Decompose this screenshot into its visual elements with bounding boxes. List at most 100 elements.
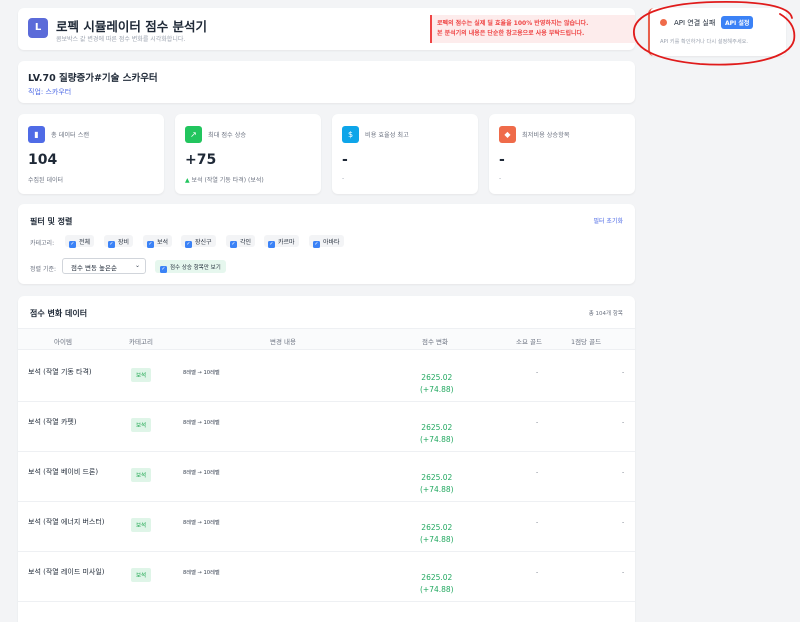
checkbox-checked-icon[interactable]: ✓ xyxy=(69,241,76,248)
column-header-score[interactable]: 점수 변화 xyxy=(422,336,448,346)
api-status-text: API 연결 실패 xyxy=(674,19,716,27)
status-dot-icon xyxy=(660,19,667,26)
row-change: 8레벨 → 10레벨 xyxy=(183,570,220,576)
chip-label: 장신구 xyxy=(195,239,212,246)
row-change: 8레벨 → 10레벨 xyxy=(183,520,220,526)
column-header-change[interactable]: 변경 내용 xyxy=(270,336,296,346)
chip-label: 각인 xyxy=(240,239,252,246)
character-card: LV.70 질량증가#기술 스카우터 직업: 스카우터 xyxy=(18,61,635,103)
chip-label: 카르마 xyxy=(278,239,295,246)
sort-select[interactable]: 점수 변동 높은순 ⌄ xyxy=(62,258,146,274)
row-score-delta: (+74.88) xyxy=(420,485,454,494)
stat-sub-text: 보석 (작열 기동 타격) (보석) xyxy=(191,177,264,184)
row-change: 8레벨 → 10레벨 xyxy=(183,370,220,376)
checkbox-checked-icon[interactable]: ✓ xyxy=(268,241,275,248)
category-chip-engraving[interactable]: ✓ 각인 xyxy=(226,235,256,248)
filter-reset-link[interactable]: 필터 초기화 xyxy=(593,216,623,225)
chip-label: 아바타 xyxy=(323,239,340,246)
gem-icon: ◆ xyxy=(499,126,516,143)
money-bag-icon: $ xyxy=(342,126,359,143)
filter-title: 필터 및 정렬 xyxy=(30,217,73,226)
table-row[interactable]: 보석 (작열 카펫) 보석 8레벨 → 10레벨 2625.02 (+74.88) - - xyxy=(18,402,635,452)
column-header-gold[interactable]: 소요 골드 xyxy=(516,336,542,346)
row-score-delta: (+74.88) xyxy=(420,535,454,544)
category-chip-karma[interactable]: ✓ 카르마 xyxy=(264,235,299,248)
row-gold: - xyxy=(536,569,539,576)
sort-label: 정렬 기준: xyxy=(30,266,57,273)
checkbox-checked-icon[interactable]: ✓ xyxy=(185,241,192,248)
data-table-card: 점수 변화 데이터 총 104개 항목 아이템 카테고리 변경 내용 점수 변화… xyxy=(18,296,635,622)
checkbox-checked-icon[interactable]: ✓ xyxy=(313,241,320,248)
row-item-name: 보석 (작열 에너지 버스터) xyxy=(28,518,105,526)
only-increase-toggle[interactable]: ✓ 점수 상승 항목만 보기 xyxy=(155,260,226,273)
api-status-card: API 연결 실패 API 설정 API 키를 확인하거나 다시 설정해주세요. xyxy=(648,8,786,56)
stat-card-cost-efficiency: $ 비용 효율성 최고 - - xyxy=(332,114,478,194)
checkbox-checked-icon[interactable]: ✓ xyxy=(108,241,115,248)
row-change: 8레벨 → 10레벨 xyxy=(183,420,220,426)
row-item-name: 보석 (작열 기동 타격) xyxy=(28,368,92,376)
row-gold-per-point: - xyxy=(622,469,625,476)
category-chip-gem[interactable]: ✓ 보석 xyxy=(143,235,173,248)
row-gold: - xyxy=(536,469,539,476)
bar-chart-icon: ▮ xyxy=(28,126,45,143)
stat-value: - xyxy=(499,152,505,168)
stat-sub: ▲ 보석 (작열 기동 타격) (보석) xyxy=(185,175,264,184)
sort-select-value: 점수 변동 높은순 xyxy=(71,264,117,272)
row-category-badge: 보석 xyxy=(131,518,152,532)
category-chip-equipment[interactable]: ✓ 장비 xyxy=(104,235,134,248)
stat-card-lowest-cost: ◆ 최저비용 상승항목 - - xyxy=(489,114,635,194)
row-score-delta: (+74.88) xyxy=(420,585,454,594)
column-header-item[interactable]: 아이템 xyxy=(54,336,72,346)
row-score-value: 2625.02 xyxy=(421,573,453,582)
column-header-category[interactable]: 카테고리 xyxy=(129,336,153,346)
row-change: 8레벨 → 10레벨 xyxy=(183,470,220,476)
row-category-badge: 보석 xyxy=(131,568,152,582)
stat-card-total-scan: ▮ 총 데이터 스캔 104 수집된 데이터 xyxy=(18,114,164,194)
table-count: 총 104개 항목 xyxy=(588,311,623,317)
api-settings-button[interactable]: API 설정 xyxy=(721,16,754,29)
chip-label: 장비 xyxy=(118,239,130,246)
stat-sub: - xyxy=(499,175,502,182)
checkbox-checked-icon[interactable]: ✓ xyxy=(147,241,154,248)
row-score: 2625.02 (+74.88) xyxy=(420,572,454,596)
chip-label: 보석 xyxy=(157,239,169,246)
disclaimer-banner: 로펙의 점수는 실제 딜 효율을 100% 반영하지는 않습니다. 본 분석기의… xyxy=(430,15,635,43)
checkbox-checked-icon[interactable]: ✓ xyxy=(160,266,167,273)
up-arrow-icon: ▲ xyxy=(185,177,190,184)
app-logo: L xyxy=(28,18,48,38)
row-category-badge: 보석 xyxy=(131,368,152,382)
row-gold-per-point: - xyxy=(622,569,625,576)
row-score-delta: (+74.88) xyxy=(420,385,454,394)
disclaimer-line-1: 로펙의 점수는 실제 딜 효율을 100% 반영하지는 않습니다. xyxy=(437,20,589,27)
chip-label: 전체 xyxy=(79,239,91,246)
category-chip-avatar[interactable]: ✓ 아바타 xyxy=(309,235,344,248)
stat-label: 최대 점수 상승 xyxy=(208,132,247,139)
row-gold: - xyxy=(536,519,539,526)
row-gold: - xyxy=(536,369,539,376)
row-score-delta: (+74.88) xyxy=(420,435,454,444)
chevron-down-icon: ⌄ xyxy=(134,262,140,269)
row-score: 2625.02 (+74.88) xyxy=(420,472,454,496)
column-header-gold-per-point[interactable]: 1점당 골드 xyxy=(571,336,601,346)
row-score: 2625.02 (+74.88) xyxy=(420,372,454,396)
row-score-value: 2625.02 xyxy=(421,373,453,382)
category-label: 카테고리: xyxy=(30,240,55,247)
row-score-value: 2625.02 xyxy=(421,523,453,532)
checkbox-checked-icon[interactable]: ✓ xyxy=(230,241,237,248)
stat-sub: - xyxy=(342,175,345,182)
trend-up-icon: ↗ xyxy=(185,126,202,143)
row-category-badge: 보석 xyxy=(131,418,152,432)
page-title: 로펙 시뮬레이터 점수 분석기 xyxy=(56,19,208,34)
table-row[interactable]: 보석 (작열 레이드 미사일) 보석 8레벨 → 10레벨 2625.02 (+74.8… xyxy=(18,552,635,602)
table-row[interactable]: 보석 (작열 기동 타격) 보석 8레벨 → 10레벨 2625.02 (+74.88)… xyxy=(18,352,635,402)
table-row[interactable]: 보석 (작열 베이비 드론) 보석 8레벨 → 10레벨 2625.02 (+74.88… xyxy=(18,452,635,502)
page-subtitle: 콤보박스 값 변경에 따른 점수 변화를 시각화합니다. xyxy=(56,36,186,43)
category-chip-accessory[interactable]: ✓ 장신구 xyxy=(181,235,216,248)
stat-label: 최저비용 상승항목 xyxy=(522,132,570,139)
table-row[interactable]: 보석 (작열 에너지 버스터) 보석 8레벨 → 10레벨 2625.02 (+74.8… xyxy=(18,502,635,552)
stat-label: 총 데이터 스캔 xyxy=(51,132,90,139)
category-chip-all[interactable]: ✓ 전체 xyxy=(65,235,95,248)
row-score: 2625.02 (+74.88) xyxy=(420,522,454,546)
row-item-name: 보석 (작열 베이비 드론) xyxy=(28,468,99,476)
toggle-label: 점수 상승 항목만 보기 xyxy=(170,265,221,271)
